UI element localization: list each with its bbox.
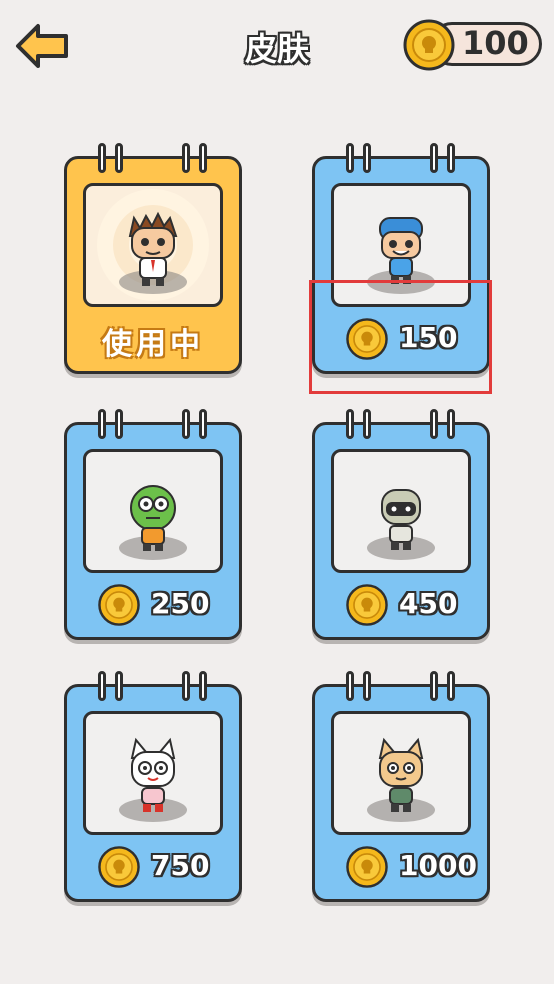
skin-card-white-cat[interactable]: 750 [64,671,242,902]
skin-preview-frame [83,449,223,573]
price-label: 250 [151,587,210,620]
equipped-label: 使用中 [102,327,204,362]
price-row: 1000 [345,845,485,891]
coin-icon [345,845,389,889]
boy-skin-avatar [97,189,209,301]
skin-preview-frame [83,711,223,835]
price-label: 450 [399,587,458,620]
price-label: 1000 [399,849,477,882]
coin-icon [402,18,456,72]
top-bar: 皮肤 100 [0,0,554,100]
skin-card-tan-cat[interactable]: 1000 [312,671,490,902]
skin-card-zombie[interactable]: 250 [64,409,242,640]
price-row: 450 [345,583,485,629]
coin-icon [345,583,389,627]
coin-icon [345,317,389,361]
white-cat-skin-avatar [119,737,187,822]
skin-card-blue-helmet[interactable]: 150 [312,143,490,374]
coin-icon [97,583,141,627]
coin-balance: 100 [462,24,529,62]
skin-card-boy[interactable]: 使用中 [64,143,242,374]
blue-helmet-skin-avatar [367,217,435,294]
tan-cat-skin-avatar [367,737,435,822]
skin-preview-frame [331,449,471,573]
coin-icon [97,845,141,889]
zombie-skin-avatar [119,485,187,560]
price-row: 750 [97,845,237,891]
price-row: 150 [345,317,485,363]
skin-preview-frame [331,183,471,307]
robot-skin-avatar [367,489,435,560]
price-row: 250 [97,583,237,629]
price-label: 750 [151,849,210,882]
skin-preview-frame [331,711,471,835]
price-label: 150 [399,321,458,354]
skin-card-robot[interactable]: 450 [312,409,490,640]
skin-preview-frame [83,183,223,307]
